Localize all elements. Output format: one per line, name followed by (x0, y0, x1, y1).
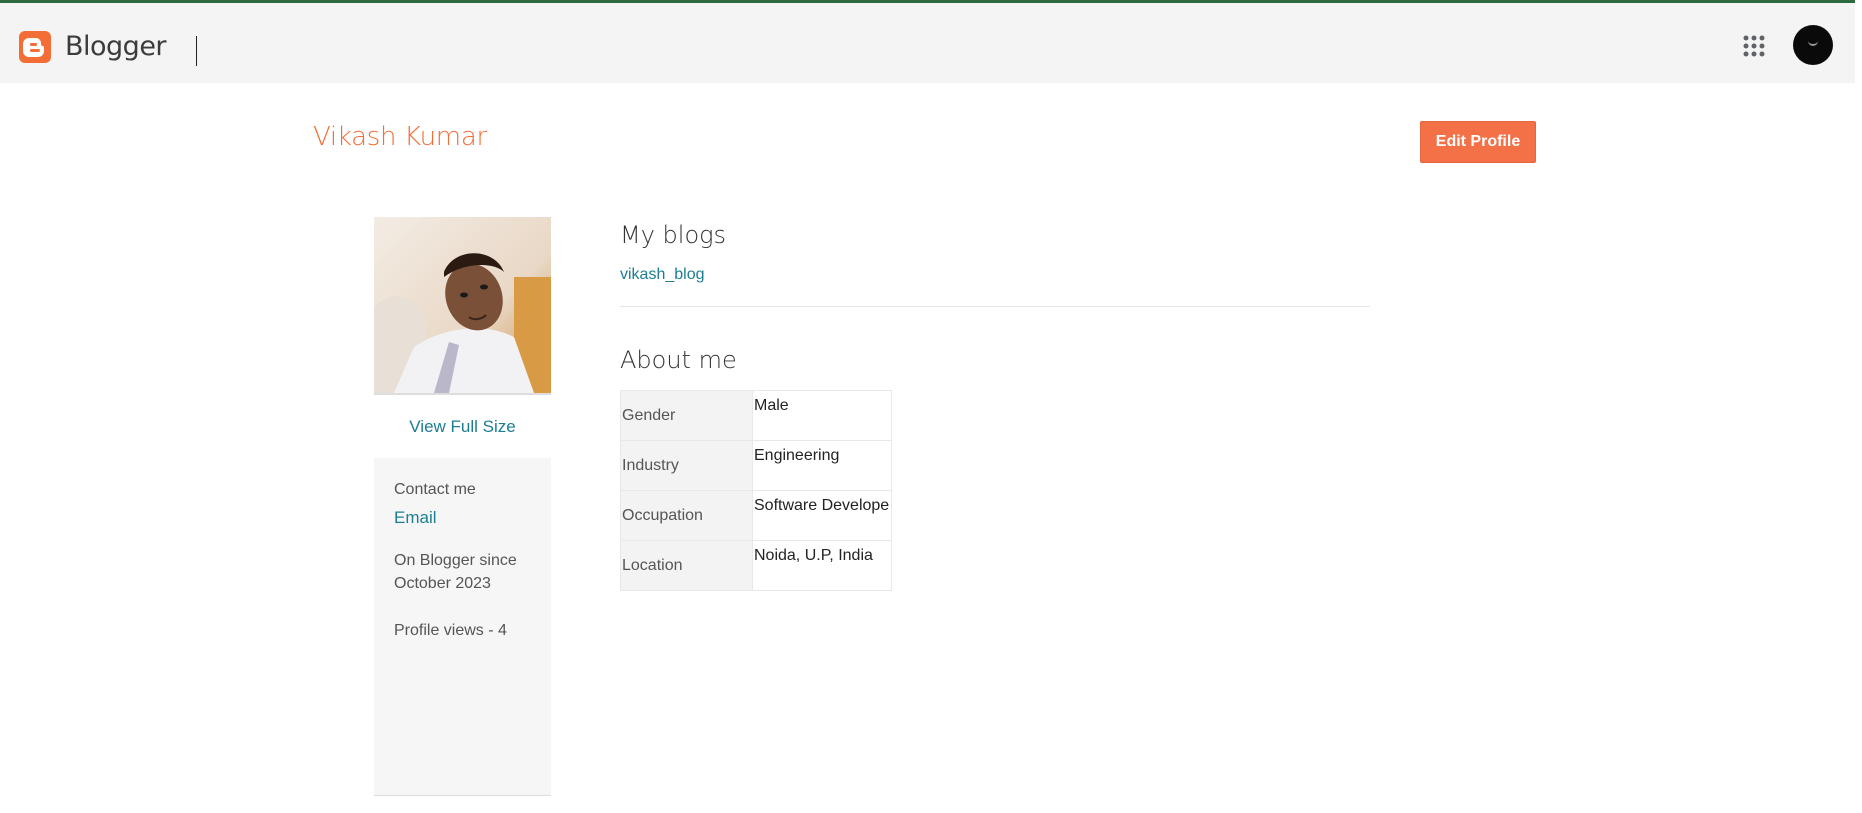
blogger-logo-icon[interactable] (19, 31, 51, 63)
about-value: Noida, U.P, India (752, 540, 892, 591)
about-key: Industry (620, 440, 753, 491)
blog-link[interactable]: vikash_blog (620, 266, 705, 284)
since-line-1: On Blogger since (394, 552, 517, 569)
since-line-2: October 2023 (394, 575, 491, 592)
apps-grid-icon[interactable] (1743, 35, 1765, 57)
view-full-size-link[interactable]: View Full Size (374, 417, 551, 437)
my-blogs-heading: My blogs (620, 221, 727, 249)
table-row: Location Noida, U.P, India (620, 540, 892, 591)
contact-sidebar: Contact me Email On Blogger since Octobe… (374, 458, 551, 796)
email-link[interactable]: Email (394, 506, 531, 529)
about-me-table: Gender Male Industry Engineering Occupat… (620, 390, 892, 591)
account-avatar[interactable] (1793, 25, 1833, 65)
contact-label: Contact me (394, 481, 476, 498)
about-key: Gender (620, 390, 753, 441)
section-divider (620, 306, 1370, 307)
edit-profile-button[interactable]: Edit Profile (1420, 121, 1536, 163)
about-value: Male (752, 390, 892, 441)
table-row: Industry Engineering (620, 440, 892, 491)
blogger-since: On Blogger since October 2023 (394, 549, 531, 595)
about-key: Location (620, 540, 753, 591)
app-name[interactable]: Blogger (65, 31, 167, 62)
profile-views: Profile views - 4 (394, 622, 507, 639)
top-app-bar: Blogger (0, 0, 1855, 83)
about-value: Software Develope (752, 490, 892, 541)
about-key: Occupation (620, 490, 753, 541)
profile-photo[interactable] (374, 217, 551, 395)
about-me-heading: About me (620, 346, 737, 374)
header-divider (196, 36, 197, 66)
profile-name: Vikash Kumar (313, 122, 487, 152)
table-row: Occupation Software Develope (620, 490, 892, 541)
about-value: Engineering (752, 440, 892, 491)
table-row: Gender Male (620, 390, 892, 441)
avatar-face-icon (1808, 39, 1818, 46)
